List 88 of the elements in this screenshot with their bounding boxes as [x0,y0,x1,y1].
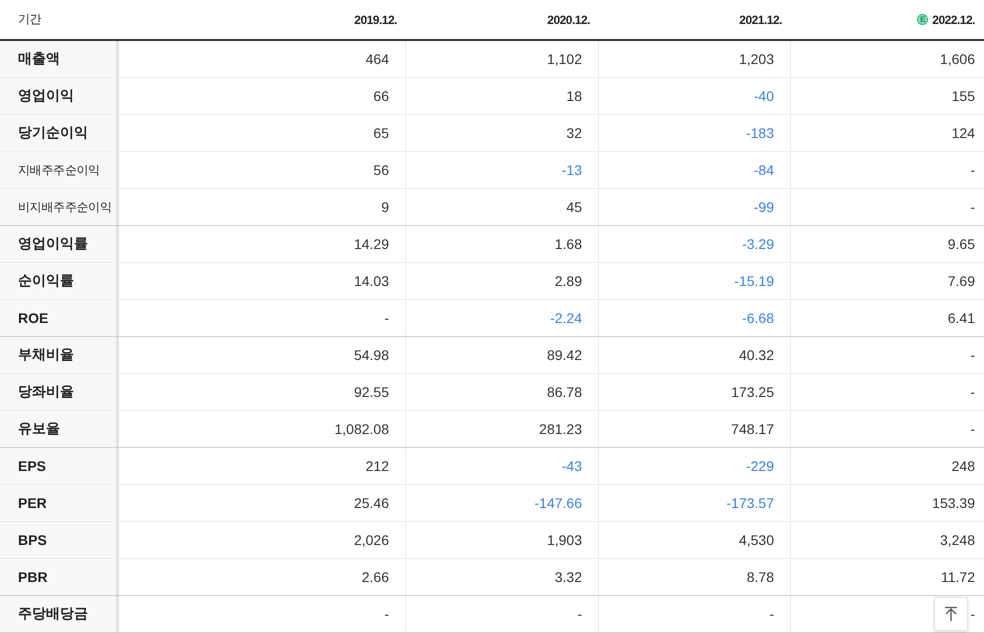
column-header: E 2022.12. [791,0,984,39]
row-label: 지배주주순이익 [0,152,119,188]
row-label: 매출액 [0,41,119,77]
table-cell: -99 [754,199,774,215]
table-cell: 92.55 [354,384,389,400]
table-cell: -229 [746,458,774,474]
column-header: 2021.12. [738,12,783,28]
table-cell: 86.78 [546,384,582,400]
estimate-badge: E [917,14,928,25]
table-cell: 748.17 [731,421,774,437]
table-cell: 212 [366,458,389,474]
table-cell: 25.46 [354,495,389,511]
table-cell: -6.68 [742,310,774,326]
table-cell: 65 [373,125,389,141]
table-cell: 281.23 [539,421,582,437]
table-cell: - [577,606,582,622]
table-cell: 18 [566,88,582,104]
table-cell: -40 [754,88,774,104]
table-cell: 11.72 [941,569,975,585]
table-cell: -173.57 [726,495,774,511]
table-cell: 8.78 [746,569,774,585]
table-cell: 1.68 [554,236,582,252]
table-cell: 4,530 [738,532,774,548]
table-cell: -2.24 [550,310,582,326]
column-header: 2019.12. [353,12,398,28]
table-cell: 89.42 [546,347,582,363]
table-cell: 40.32 [738,347,774,363]
table-cell: 1,082.08 [334,421,389,437]
table-cell: - [970,199,975,215]
table-cell: -84 [754,162,774,178]
table-cell: 1,203 [738,51,774,67]
table-cell: 54.98 [354,347,389,363]
table-cell: -3.29 [742,236,774,252]
column-header: 기간 [17,11,42,28]
table-cell: 155 [952,88,975,104]
table-cell: 2.89 [554,273,582,289]
table-cell: - [769,606,774,622]
arrow-up-icon [944,606,958,622]
row-label: BPS [0,522,119,558]
column-header: 2020.12. [546,12,591,28]
row-label: 부채비율 [0,337,119,373]
row-label: 비지배주주순이익 [0,189,119,225]
table-cell: 14.29 [354,236,389,252]
table-cell: 153.39 [932,495,975,511]
row-label: 영업이익률 [0,226,119,262]
row-label: PER [0,485,119,521]
row-label: PBR [0,559,119,595]
table-cell: 464 [366,51,389,67]
row-label: EPS [0,448,119,484]
table-cell: -15.19 [734,273,774,289]
table-cell: 3.32 [554,569,582,585]
table-cell: 14.03 [354,273,389,289]
table-cell: -43 [562,458,582,474]
row-label: 당기순이익 [0,115,119,151]
table-cell: -183 [746,125,774,141]
table-cell: - [970,347,975,363]
table-cell: 124 [952,125,975,141]
row-label: 영업이익 [0,78,119,114]
table-cell: 2,026 [354,532,389,548]
table-cell: - [970,162,975,178]
table-cell: 3,248 [940,532,975,548]
table-cell: 9 [381,199,389,215]
table-cell: 66 [373,88,389,104]
row-label: ROE [0,300,119,336]
row-label: 유보율 [0,411,119,447]
table-cell: 248 [952,458,975,474]
table-cell: 2.66 [362,569,389,585]
table-cell: -147.66 [534,495,582,511]
table-cell: 32 [566,125,582,141]
table-cell: 1,102 [546,51,582,67]
table-cell: 56 [373,162,389,178]
table-cell: - [970,421,975,437]
table-cell: - [384,310,389,326]
table-cell: 6.41 [948,310,975,326]
table-cell: 45 [566,199,582,215]
table-cell: - [970,606,975,622]
row-label: 순이익률 [0,263,119,299]
row-label: 주당배당금 [0,596,119,632]
table-cell: 1,606 [940,51,975,67]
table-cell: 1,903 [546,532,582,548]
table-cell: 173.25 [731,384,774,400]
row-label: 당좌비율 [0,374,119,410]
table-cell: 7.69 [948,273,975,289]
table-cell: 9.65 [948,236,975,252]
scroll-to-top-button[interactable] [934,597,968,631]
table-cell: - [384,606,389,622]
table-cell: -13 [562,162,582,178]
table-cell: - [970,384,975,400]
